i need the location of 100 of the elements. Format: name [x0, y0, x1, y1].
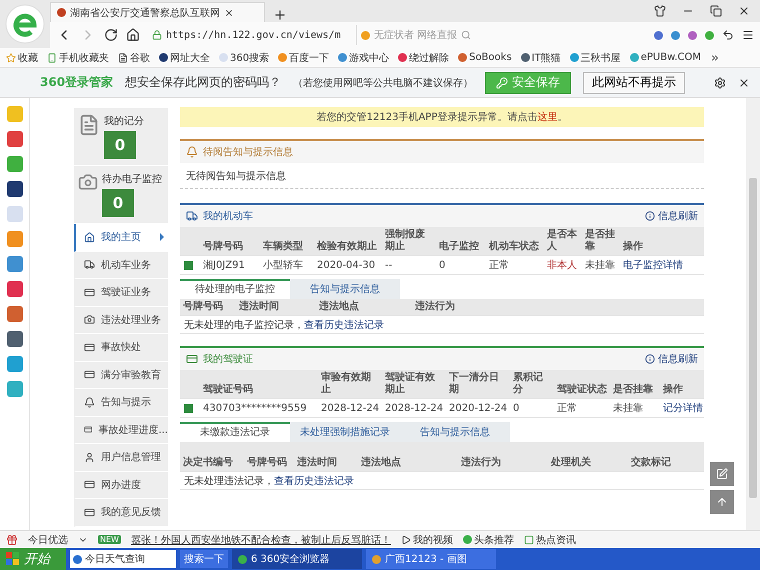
play-icon[interactable] [400, 534, 411, 544]
bookmark[interactable]: 收藏 [18, 50, 38, 64]
nav-item[interactable]: 违法处理业务 [74, 306, 168, 334]
news-link[interactable]: 头条推荐 [474, 532, 514, 546]
column-header: 交款标记 [630, 455, 672, 470]
tab[interactable]: 告知与提示信息 [290, 279, 400, 299]
news-icon[interactable] [524, 534, 534, 544]
bookmark[interactable]: ePUBw.COM [640, 52, 702, 63]
table-cell-text: 2028-12-24 [384, 402, 444, 416]
close-icon[interactable] [224, 8, 234, 18]
nav-item[interactable]: 我的意见反馈 [74, 499, 168, 526]
page-icon[interactable] [118, 52, 128, 62]
scrollbar[interactable] [746, 98, 760, 530]
here-link[interactable]: 这里 [537, 110, 558, 124]
edit-button[interactable] [710, 462, 734, 486]
table-cell-text: 2020-12-24 [448, 402, 508, 416]
settings-icon[interactable] [714, 76, 726, 88]
browser-tab[interactable]: 湖南省公安厅交通警察总队互联网 [50, 2, 265, 22]
start-button[interactable]: 开始 [0, 548, 66, 570]
tab[interactable]: 未处理强制措施记录 [290, 422, 400, 442]
history-link[interactable]: 查看历史违法记录 [304, 318, 384, 332]
nav-item[interactable]: 事故快处 [74, 334, 168, 362]
reload-icon[interactable] [104, 28, 118, 42]
search-button[interactable]: 搜索一下 [180, 550, 228, 568]
dot-icon[interactable] [462, 535, 472, 544]
app-icon[interactable] [6, 181, 22, 197]
column-header: 车辆类型 [262, 239, 304, 254]
new-tab-icon[interactable] [273, 8, 287, 22]
bookmark[interactable]: IT熊猫 [532, 50, 561, 64]
nav-item[interactable]: 驾驶证业务 [74, 279, 168, 306]
nav-item[interactable]: 告知与提示 [74, 389, 168, 416]
search-engine-icon[interactable] [361, 30, 370, 40]
nav-item[interactable]: 事故处理进度... [74, 416, 168, 444]
app-icon[interactable] [6, 331, 22, 347]
site-icon[interactable] [159, 53, 168, 62]
panel-title: 我的机动车 [203, 210, 253, 223]
info-icon [645, 211, 655, 221]
bookmark[interactable]: SoBooks [469, 52, 512, 63]
skin-icon[interactable] [654, 5, 666, 17]
star-icon[interactable] [6, 52, 16, 62]
column-header: 违法行为 [414, 300, 456, 314]
home-icon[interactable] [126, 28, 140, 42]
details-link[interactable]: 记分详情 [660, 399, 706, 417]
column-header: 号牌号码 [182, 300, 224, 314]
history-link[interactable]: 查看历史违法记录 [274, 474, 354, 488]
column-header: 号牌号码 [202, 240, 244, 254]
bell-icon [84, 396, 95, 408]
summary-card[interactable]: 我的记分 0 [74, 108, 168, 166]
pencil-icon [716, 467, 728, 481]
close-icon[interactable] [738, 5, 750, 17]
news-label: 今日优选 [28, 534, 68, 546]
site-icon [57, 8, 66, 17]
column-header: 是否本人 [546, 228, 578, 254]
truck-icon [84, 259, 95, 270]
restore-icon[interactable] [710, 5, 722, 17]
news-link[interactable]: 我的视频 [412, 532, 453, 546]
taskbar-button[interactable]: 6 360安全浏览器 [232, 549, 362, 569]
bookmark[interactable]: 网址大全 [170, 50, 210, 64]
refresh-link[interactable]: 信息刷新 [645, 209, 698, 223]
bookmark[interactable]: 360搜索 [230, 50, 270, 64]
nav-item[interactable]: 满分审验教育 [74, 362, 168, 389]
column-header: 处理机关 [550, 456, 592, 470]
back-to-top-button[interactable] [710, 490, 734, 514]
taskbar-search-field[interactable]: 今日天气查询 [70, 550, 176, 568]
nav-item[interactable]: 机动车业务 [74, 252, 168, 279]
bookmark[interactable]: 绕过解除 [409, 50, 450, 64]
column-header: 违法时间 [296, 456, 338, 470]
nav-item[interactable]: 用户信息管理 [74, 444, 168, 472]
site-icon[interactable] [520, 53, 530, 62]
browser-logo[interactable] [5, 4, 45, 44]
details-link[interactable]: 电子监控详情 [620, 256, 704, 274]
bookmark[interactable]: 三秋书屋 [580, 50, 621, 64]
bookmark[interactable]: 百度一下 [289, 50, 330, 64]
more-icon[interactable] [710, 52, 720, 62]
user-icon [84, 452, 95, 463]
address-field[interactable]: https://hn.122.gov.cn/views/m [148, 25, 348, 45]
close-icon[interactable] [738, 76, 750, 88]
news-link[interactable]: 热点资讯 [536, 532, 576, 546]
table-cell-text: 2028-12-24 [320, 402, 380, 416]
undo-icon[interactable] [722, 29, 734, 41]
bookmark[interactable]: 手机收藏夹 [59, 50, 109, 64]
headline-link[interactable]: 嚣张！外国人西安坐地铁不配合检查，被制止后反骂脏话！ [130, 532, 391, 546]
bookmark[interactable]: 游戏中心 [349, 50, 390, 64]
tab[interactable]: 告知与提示信息 [400, 422, 510, 442]
nav-item[interactable]: 网办进度 [74, 472, 168, 499]
summary-card[interactable]: 待办电子监控 0 [74, 166, 168, 224]
card-icon [84, 479, 95, 490]
card-icon [84, 286, 95, 298]
refresh-link[interactable]: 信息刷新 [645, 352, 698, 366]
phone-icon[interactable] [47, 52, 57, 62]
column-header: 累积记分 [512, 370, 544, 397]
card-icon [84, 424, 92, 436]
camera-icon [78, 172, 98, 192]
bookmark[interactable]: 谷歌 [130, 50, 150, 64]
column-header: 机动车状态 [488, 239, 540, 254]
menu-icon[interactable] [742, 29, 754, 41]
never-button[interactable]: 此网站不再提示 [583, 72, 686, 94]
column-header: 号牌号码 [246, 456, 288, 470]
taskbar-button[interactable]: 广西12123 - 画图 [366, 549, 496, 569]
search-icon[interactable] [461, 30, 472, 40]
